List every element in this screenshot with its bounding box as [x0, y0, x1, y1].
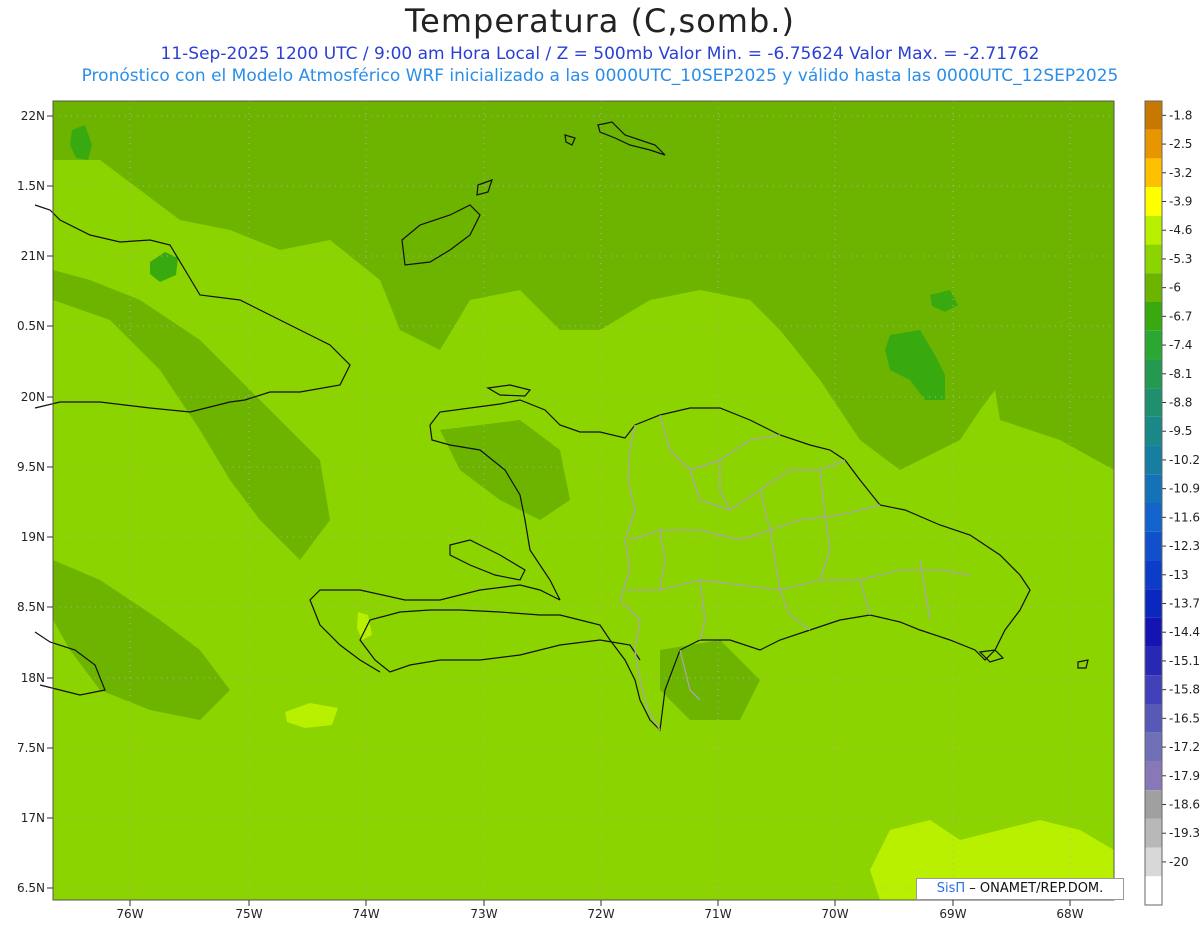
lat-label: 9.5N	[17, 460, 45, 474]
colorbar-label: -12.3	[1169, 539, 1200, 553]
colorbar-swatch	[1145, 704, 1162, 733]
credit-box: SisΠ – ONAMET/REP.DOM.	[916, 878, 1124, 900]
colorbar-swatch	[1145, 187, 1162, 216]
colorbar-label: -5.3	[1169, 252, 1192, 266]
colorbar-swatch	[1145, 330, 1162, 360]
colorbar-swatch	[1145, 129, 1162, 159]
colorbar-swatch	[1145, 617, 1162, 647]
colorbar-label: -14.4	[1169, 625, 1200, 639]
colorbar-swatch	[1145, 675, 1162, 704]
lat-label: 8.5N	[17, 600, 45, 614]
colorbar-label: -13	[1169, 568, 1189, 582]
colorbar-swatch	[1145, 818, 1162, 848]
colorbar-label: -15.1	[1169, 654, 1200, 668]
colorbar-label: -13.7	[1169, 597, 1200, 611]
colorbar-swatch	[1145, 388, 1162, 417]
temperature-map: 22N 1.5N 21N 0.5N 20N 9.5N 19N 8.5N 18N 7.5N 17N 6.…	[17, 100, 1200, 921]
colorbar-swatch	[1145, 589, 1162, 618]
colorbar-label: -9.5	[1169, 424, 1192, 438]
colorbar-label: -16.5	[1169, 711, 1200, 725]
colorbar-label: -15.8	[1169, 683, 1200, 697]
lon-label: 75W	[235, 907, 262, 921]
sis-logo-text: SisΠ	[936, 881, 966, 896]
colorbar-label: -2.5	[1169, 137, 1192, 151]
colorbar-swatch	[1145, 790, 1162, 819]
colorbar-label: -7.4	[1169, 338, 1192, 352]
latitude-labels: 22N 1.5N 21N 0.5N 20N 9.5N 19N 8.5N 18N 7.5N 17N 6.…	[17, 109, 53, 895]
colorbar-swatch	[1145, 244, 1162, 274]
colorbar-label: -8.1	[1169, 367, 1192, 381]
colorbar-swatch	[1145, 560, 1162, 590]
colorbar-label: -10.9	[1169, 482, 1200, 496]
lon-label: 68W	[1056, 907, 1083, 921]
lon-label: 70W	[821, 907, 848, 921]
colorbar-label: -1.8	[1169, 108, 1192, 122]
lon-label: 74W	[352, 907, 379, 921]
colorbar-swatch	[1145, 732, 1162, 762]
lon-label: 71W	[704, 907, 731, 921]
colorbar-label: -4.6	[1169, 223, 1192, 237]
colorbar: -1.8 -2.5 -3.2 -3.9 -4.6 -5.3 -6 -6.7 -7.4 -8.1 -8…	[1144, 100, 1200, 906]
colorbar-swatch	[1145, 273, 1162, 302]
colorbar-label: -3.9	[1169, 195, 1192, 209]
colorbar-swatch	[1145, 761, 1162, 791]
colorbar-swatch	[1145, 646, 1162, 676]
lon-label: 73W	[470, 907, 497, 921]
colorbar-label: -10.2	[1169, 453, 1200, 467]
lat-label: 17N	[21, 811, 45, 825]
colorbar-swatch	[1145, 302, 1162, 331]
colorbar-swatch	[1145, 474, 1162, 503]
lat-label: 19N	[21, 530, 45, 544]
colorbar-swatch	[1145, 359, 1162, 389]
colorbar-swatch	[1145, 876, 1162, 905]
colorbar-label: -19.3	[1169, 826, 1200, 840]
colorbar-label: -20	[1169, 855, 1189, 869]
colorbar-swatch	[1145, 847, 1162, 877]
lat-label: 7.5N	[17, 741, 45, 755]
colorbar-swatch	[1145, 445, 1162, 475]
colorbar-swatch	[1145, 416, 1162, 446]
lat-label: 21N	[21, 249, 45, 263]
colorbar-swatch	[1145, 101, 1162, 130]
lat-label: 1.5N	[17, 179, 45, 193]
colorbar-swatch	[1145, 503, 1162, 532]
colorbar-swatch	[1145, 215, 1162, 245]
lat-label: 22N	[21, 109, 45, 123]
lat-label: 18N	[21, 671, 45, 685]
lat-label: 6.5N	[17, 881, 45, 895]
lon-label: 76W	[116, 907, 143, 921]
colorbar-label: -17.9	[1169, 769, 1200, 783]
colorbar-label: -11.6	[1169, 510, 1200, 524]
colorbar-label: -6	[1169, 281, 1181, 295]
colorbar-swatch	[1145, 158, 1162, 188]
lat-label: 20N	[21, 390, 45, 404]
colorbar-swatch	[1145, 531, 1162, 561]
lon-label: 72W	[587, 907, 614, 921]
map-field	[53, 101, 1114, 900]
colorbar-label: -17.2	[1169, 740, 1200, 754]
lon-label: 69W	[939, 907, 966, 921]
colorbar-label: -3.2	[1169, 166, 1192, 180]
colorbar-label: -18.6	[1169, 798, 1200, 812]
lat-label: 0.5N	[17, 319, 45, 333]
colorbar-label: -6.7	[1169, 309, 1192, 323]
longitude-labels: 76W 75W 74W 73W 72W 71W 70W 69W 68W	[116, 900, 1084, 921]
credit-text: – ONAMET/REP.DOM.	[969, 881, 1104, 896]
colorbar-label: -8.8	[1169, 396, 1192, 410]
